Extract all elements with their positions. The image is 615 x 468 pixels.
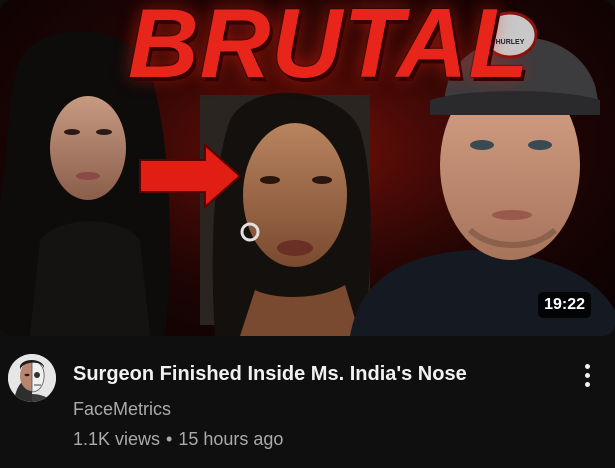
avatar-image	[8, 354, 56, 402]
channel-name[interactable]: FaceMetrics	[73, 398, 171, 420]
video-metadata: 1.1K views • 15 hours ago	[73, 428, 283, 450]
more-vertical-icon[interactable]	[578, 362, 598, 390]
upload-age: 15 hours ago	[178, 429, 284, 449]
menu-dot	[585, 373, 590, 378]
video-details: Surgeon Finished Inside Ms. India's Nose…	[0, 352, 615, 468]
duration-badge: 19:22	[538, 292, 591, 318]
view-count: 1.1K views	[73, 429, 161, 449]
video-thumbnail[interactable]: BRUTAL HURLEY 19:22	[0, 0, 615, 336]
video-title[interactable]: Surgeon Finished Inside Ms. India's Nose	[73, 362, 467, 386]
metadata-separator: •	[166, 429, 173, 449]
video-card[interactable]: BRUTAL HURLEY 19:22 Surgeon Finished Ins…	[0, 0, 615, 468]
thumbnail-overlay-title: BRUTAL	[128, 0, 530, 98]
menu-dot	[585, 382, 590, 387]
menu-dot	[585, 364, 590, 369]
cap-logo-text: HURLEY	[495, 39, 525, 46]
channel-avatar[interactable]	[8, 354, 56, 402]
